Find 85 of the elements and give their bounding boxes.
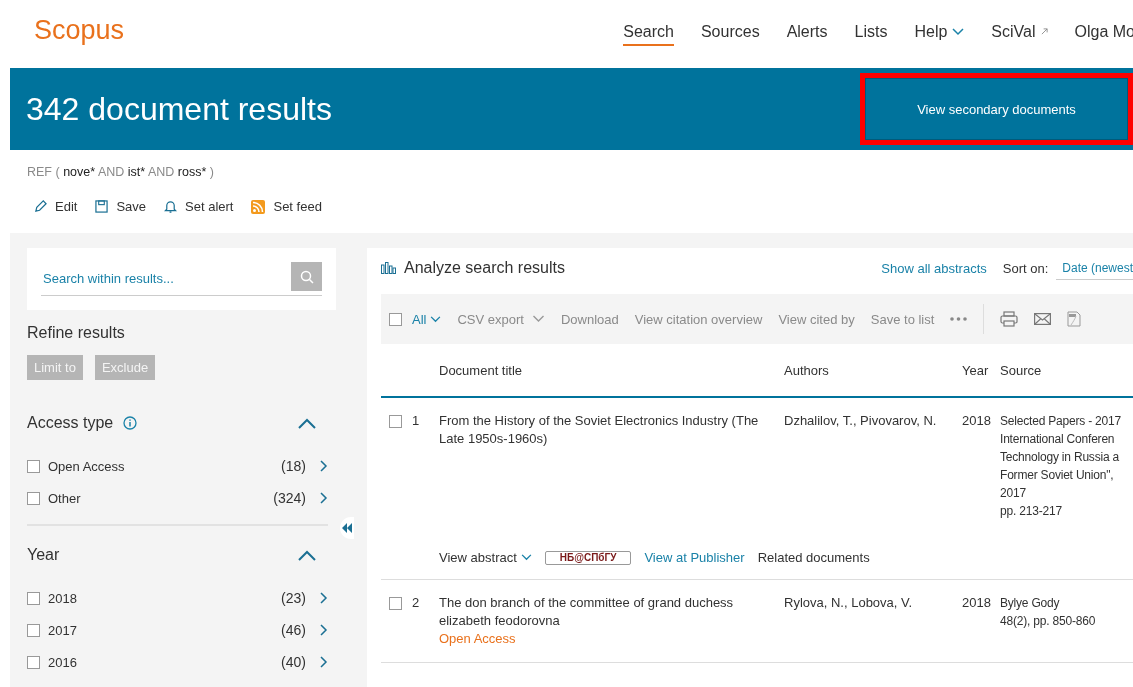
chevron-down-icon — [531, 315, 545, 323]
search-within-field[interactable]: Search within results... — [41, 270, 291, 287]
chevron-down-icon — [520, 554, 532, 561]
results-count-title: 342 document results — [26, 90, 332, 128]
search-query: REF ( nove* AND ist* AND ross* ) — [27, 165, 215, 179]
open-access-label: Open Access — [439, 630, 517, 648]
year-cell-text: 2018 — [962, 412, 992, 430]
envelope-icon[interactable] — [1034, 313, 1052, 325]
column-header: Authors — [784, 362, 830, 378]
search-icon — [299, 269, 314, 284]
bar-chart-icon[interactable] — [381, 262, 396, 274]
pencil-icon — [34, 200, 47, 213]
query-action-link[interactable]: Save — [95, 199, 147, 214]
chevron-up-icon[interactable] — [298, 549, 316, 561]
row-checkbox[interactable] — [389, 415, 402, 428]
column-header: Year — [962, 362, 990, 378]
row-number: 1 — [412, 413, 420, 428]
facet-count: (18) — [281, 458, 306, 474]
chevron-up-icon[interactable] — [298, 417, 316, 429]
chevron-right-icon[interactable] — [320, 592, 328, 604]
save-icon — [95, 200, 109, 213]
facet-option-label[interactable]: Other — [48, 490, 81, 506]
nav-link[interactable]: Alerts — [786, 22, 828, 46]
nav-link[interactable]: Lists — [854, 22, 888, 46]
library-link-button[interactable]: НБ@СПбГУ — [544, 550, 632, 565]
view-at-publisher-link[interactable]: View at Publisher — [644, 550, 745, 565]
nav-link[interactable]: Sources — [700, 22, 760, 46]
nav-link[interactable]: SciVal — [991, 22, 1048, 46]
sort-dropdown[interactable]: Date (newest — [1056, 256, 1133, 280]
double-chevron-left-icon — [341, 523, 353, 533]
select-all-checkbox[interactable] — [389, 312, 402, 326]
search-button[interactable] — [291, 262, 322, 291]
analyze-results-link[interactable]: Analyze search results — [404, 259, 565, 277]
facet-option-label[interactable]: 2017 — [48, 622, 77, 638]
row-checkbox[interactable] — [389, 597, 402, 610]
chevron-right-icon[interactable] — [320, 460, 328, 472]
column-header: Document title — [439, 362, 524, 378]
checkbox[interactable] — [27, 491, 40, 505]
collapse-tab[interactable] — [340, 517, 354, 539]
checkbox[interactable] — [27, 459, 40, 473]
facet-option-label[interactable]: Open Access — [48, 458, 125, 474]
facet-option-label[interactable]: 2018 — [48, 590, 77, 606]
column-header: Source — [1000, 362, 1043, 378]
chevron-down-icon — [430, 315, 442, 323]
info-icon[interactable] — [123, 416, 138, 430]
chevron-right-icon[interactable] — [320, 656, 328, 668]
show-abstracts-link[interactable]: Show all abstracts — [881, 260, 987, 276]
checkbox[interactable] — [27, 655, 40, 669]
bell-icon — [164, 200, 178, 213]
related-documents-link[interactable]: Related documents — [757, 550, 870, 565]
select-all-dropdown[interactable]: All — [412, 311, 442, 327]
facet-count: (23) — [281, 590, 306, 606]
nav-link[interactable]: Help — [914, 22, 965, 46]
source-cell-text: Bylye Gody 48(2), pp. 850-860 — [1000, 595, 1097, 630]
authors-cell-text: Rylova, N., Lobova, V. — [784, 594, 914, 612]
external-link-icon — [1040, 28, 1048, 35]
checkbox[interactable] — [27, 623, 40, 637]
secondary-documents-button[interactable]: View secondary documents — [865, 78, 1128, 140]
source-cell-text: Selected Papers - 2017 International Conferen Technology in Russia a Former Soviet Union", 2017 pp. 213-217 — [1000, 413, 1122, 520]
document-title-link[interactable]: From the History of the Soviet Electronics Industry (The Late 1950s-1960s) — [439, 412, 776, 448]
facet-count: (40) — [281, 654, 306, 670]
query-action-link[interactable]: Set alert — [164, 199, 234, 214]
checkbox[interactable] — [27, 591, 40, 605]
print-icon[interactable] — [1000, 311, 1019, 327]
facet-title: Year — [27, 546, 60, 564]
row-number: 2 — [412, 595, 420, 610]
nav-link[interactable]: Search — [623, 22, 674, 46]
facet-title: Access type — [27, 414, 114, 432]
rss-icon — [251, 199, 266, 214]
view-abstract-link[interactable]: View abstract — [439, 550, 532, 565]
query-action-link[interactable]: Set feed — [251, 199, 322, 214]
year-cell-text: 2018 — [962, 594, 992, 612]
more-icon[interactable] — [950, 317, 968, 321]
document-title-link[interactable]: The don branch of the committee of grand duchess elizabeth feodorovna — [439, 594, 776, 630]
refine-title: Refine results — [27, 324, 126, 342]
facet-count: (46) — [281, 622, 306, 638]
authors-cell-text: Dzhalilov, T., Pivovarov, N. — [784, 412, 938, 430]
facet-option-label[interactable]: 2016 — [48, 654, 77, 670]
sort-label: Sort on: — [1002, 260, 1049, 276]
chevron-down-icon — [952, 27, 965, 36]
facet-count: (324) — [273, 490, 306, 506]
query-action-link[interactable]: Edit — [34, 199, 78, 214]
pdf-file-icon[interactable] — [1067, 311, 1082, 327]
chevron-right-icon[interactable] — [320, 624, 328, 636]
chevron-right-icon[interactable] — [320, 492, 328, 504]
